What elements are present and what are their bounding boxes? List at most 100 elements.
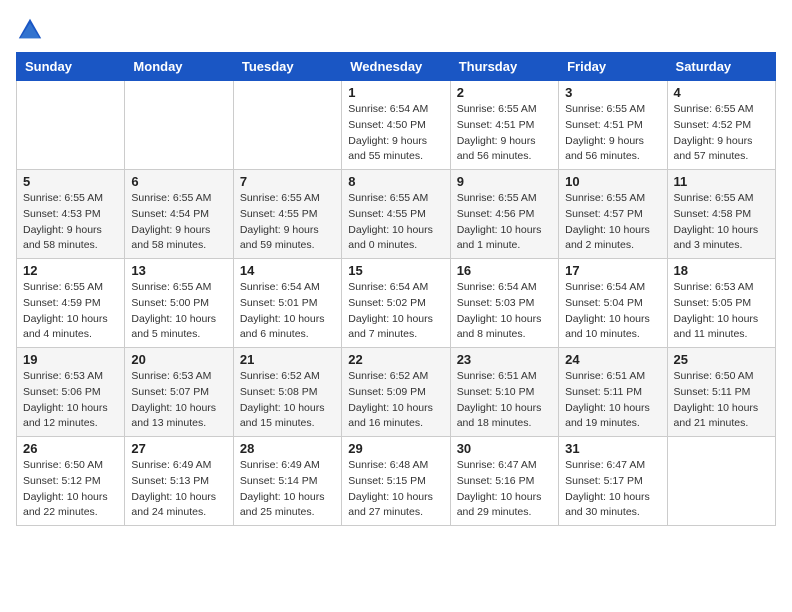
day-info: Sunrise: 6:53 AMSunset: 5:05 PMDaylight:… <box>674 280 769 343</box>
day-info: Sunrise: 6:54 AMSunset: 5:02 PMDaylight:… <box>348 280 443 343</box>
day-info: Sunrise: 6:47 AMSunset: 5:16 PMDaylight:… <box>457 458 552 521</box>
calendar-cell: 9Sunrise: 6:55 AMSunset: 4:56 PMDaylight… <box>450 170 558 259</box>
day-info: Sunrise: 6:55 AMSunset: 5:00 PMDaylight:… <box>131 280 226 343</box>
day-number: 17 <box>565 263 660 278</box>
day-info: Sunrise: 6:48 AMSunset: 5:15 PMDaylight:… <box>348 458 443 521</box>
day-info: Sunrise: 6:49 AMSunset: 5:14 PMDaylight:… <box>240 458 335 521</box>
calendar-body: 1 Sunrise: 6:54 AMSunset: 4:50 PMDaylight… <box>17 81 776 526</box>
day-number: 27 <box>131 441 226 456</box>
day-info: Sunrise: 6:53 AMSunset: 5:07 PMDaylight:… <box>131 369 226 432</box>
calendar-cell: 31 Sunrise: 6:47 AMSunset: 5:17 PMDayligh… <box>559 437 667 526</box>
calendar-cell <box>233 81 341 170</box>
day-info: Sunrise: 6:51 AMSunset: 5:11 PMDaylight:… <box>565 369 660 432</box>
calendar-cell: 18 Sunrise: 6:53 AMSunset: 5:05 PMDayligh… <box>667 259 775 348</box>
calendar-cell: 14 Sunrise: 6:54 AMSunset: 5:01 PMDayligh… <box>233 259 341 348</box>
day-number: 6 <box>131 174 226 189</box>
day-number: 5 <box>23 174 118 189</box>
calendar-cell: 16 Sunrise: 6:54 AMSunset: 5:03 PMDayligh… <box>450 259 558 348</box>
day-info: Sunrise: 6:55 AMSunset: 4:58 PMDaylight:… <box>674 191 769 254</box>
page-header <box>16 16 776 44</box>
day-number: 22 <box>348 352 443 367</box>
day-number: 3 <box>565 85 660 100</box>
day-number: 31 <box>565 441 660 456</box>
day-number: 21 <box>240 352 335 367</box>
day-info: Sunrise: 6:49 AMSunset: 5:13 PMDaylight:… <box>131 458 226 521</box>
calendar-cell: 12 Sunrise: 6:55 AMSunset: 4:59 PMDayligh… <box>17 259 125 348</box>
day-number: 19 <box>23 352 118 367</box>
day-info: Sunrise: 6:55 AMSunset: 4:51 PMDaylight:… <box>565 102 660 165</box>
day-info: Sunrise: 6:55 AMSunset: 4:53 PMDaylight:… <box>23 191 118 254</box>
day-number: 26 <box>23 441 118 456</box>
calendar-cell: 23 Sunrise: 6:51 AMSunset: 5:10 PMDayligh… <box>450 348 558 437</box>
day-number: 12 <box>23 263 118 278</box>
calendar-cell: 8 Sunrise: 6:55 AMSunset: 4:55 PMDaylight… <box>342 170 450 259</box>
day-header-thursday: Thursday <box>450 53 558 81</box>
calendar-cell: 5 Sunrise: 6:55 AMSunset: 4:53 PMDaylight… <box>17 170 125 259</box>
day-info: Sunrise: 6:55 AMSunset: 4:55 PMDaylight:… <box>348 191 443 254</box>
day-info: Sunrise: 6:55 AMSunset: 4:55 PMDaylight:… <box>240 191 335 254</box>
calendar-cell: 4Sunrise: 6:55 AMSunset: 4:52 PMDaylight… <box>667 81 775 170</box>
day-header-wednesday: Wednesday <box>342 53 450 81</box>
calendar-cell: 28 Sunrise: 6:49 AMSunset: 5:14 PMDayligh… <box>233 437 341 526</box>
day-info: Sunrise: 6:51 AMSunset: 5:10 PMDaylight:… <box>457 369 552 432</box>
day-number: 1 <box>348 85 443 100</box>
calendar-cell: 15 Sunrise: 6:54 AMSunset: 5:02 PMDayligh… <box>342 259 450 348</box>
day-number: 10 <box>565 174 660 189</box>
day-number: 14 <box>240 263 335 278</box>
day-info: Sunrise: 6:55 AMSunset: 4:52 PMDaylight:… <box>674 102 769 165</box>
calendar-cell: 20 Sunrise: 6:53 AMSunset: 5:07 PMDayligh… <box>125 348 233 437</box>
day-number: 20 <box>131 352 226 367</box>
calendar-cell: 6Sunrise: 6:55 AMSunset: 4:54 PMDaylight… <box>125 170 233 259</box>
calendar-cell: 24 Sunrise: 6:51 AMSunset: 5:11 PMDayligh… <box>559 348 667 437</box>
day-number: 15 <box>348 263 443 278</box>
calendar-cell <box>125 81 233 170</box>
calendar-header: SundayMondayTuesdayWednesdayThursdayFrid… <box>17 53 776 81</box>
day-info: Sunrise: 6:54 AMSunset: 5:01 PMDaylight:… <box>240 280 335 343</box>
logo-icon <box>16 16 44 44</box>
day-number: 25 <box>674 352 769 367</box>
day-number: 11 <box>674 174 769 189</box>
day-info: Sunrise: 6:50 AMSunset: 5:12 PMDaylight:… <box>23 458 118 521</box>
day-number: 18 <box>674 263 769 278</box>
calendar-cell: 3 Sunrise: 6:55 AMSunset: 4:51 PMDaylight… <box>559 81 667 170</box>
calendar-cell: 1 Sunrise: 6:54 AMSunset: 4:50 PMDaylight… <box>342 81 450 170</box>
day-header-sunday: Sunday <box>17 53 125 81</box>
day-number: 7 <box>240 174 335 189</box>
calendar-cell: 21 Sunrise: 6:52 AMSunset: 5:08 PMDayligh… <box>233 348 341 437</box>
calendar-cell <box>17 81 125 170</box>
calendar-cell <box>667 437 775 526</box>
day-info: Sunrise: 6:54 AMSunset: 4:50 PMDaylight:… <box>348 102 443 165</box>
day-info: Sunrise: 6:54 AMSunset: 5:04 PMDaylight:… <box>565 280 660 343</box>
day-number: 13 <box>131 263 226 278</box>
day-info: Sunrise: 6:55 AMSunset: 4:51 PMDaylight:… <box>457 102 552 165</box>
day-info: Sunrise: 6:47 AMSunset: 5:17 PMDaylight:… <box>565 458 660 521</box>
day-info: Sunrise: 6:55 AMSunset: 4:59 PMDaylight:… <box>23 280 118 343</box>
calendar-cell: 29Sunrise: 6:48 AMSunset: 5:15 PMDayligh… <box>342 437 450 526</box>
calendar-cell: 11 Sunrise: 6:55 AMSunset: 4:58 PMDayligh… <box>667 170 775 259</box>
day-number: 28 <box>240 441 335 456</box>
calendar-cell: 7 Sunrise: 6:55 AMSunset: 4:55 PMDaylight… <box>233 170 341 259</box>
day-header-tuesday: Tuesday <box>233 53 341 81</box>
day-header-saturday: Saturday <box>667 53 775 81</box>
calendar-cell: 22Sunrise: 6:52 AMSunset: 5:09 PMDayligh… <box>342 348 450 437</box>
day-header-monday: Monday <box>125 53 233 81</box>
day-info: Sunrise: 6:55 AMSunset: 4:56 PMDaylight:… <box>457 191 552 254</box>
calendar-cell: 13 Sunrise: 6:55 AMSunset: 5:00 PMDayligh… <box>125 259 233 348</box>
logo <box>16 16 48 44</box>
calendar-cell: 30Sunrise: 6:47 AMSunset: 5:16 PMDayligh… <box>450 437 558 526</box>
day-number: 23 <box>457 352 552 367</box>
day-number: 16 <box>457 263 552 278</box>
calendar-cell: 25 Sunrise: 6:50 AMSunset: 5:11 PMDayligh… <box>667 348 775 437</box>
calendar-table: SundayMondayTuesdayWednesdayThursdayFrid… <box>16 52 776 526</box>
day-info: Sunrise: 6:50 AMSunset: 5:11 PMDaylight:… <box>674 369 769 432</box>
calendar-cell: 26 Sunrise: 6:50 AMSunset: 5:12 PMDayligh… <box>17 437 125 526</box>
calendar-cell: 2 Sunrise: 6:55 AMSunset: 4:51 PMDaylight… <box>450 81 558 170</box>
day-info: Sunrise: 6:54 AMSunset: 5:03 PMDaylight:… <box>457 280 552 343</box>
day-info: Sunrise: 6:52 AMSunset: 5:08 PMDaylight:… <box>240 369 335 432</box>
day-number: 8 <box>348 174 443 189</box>
calendar-cell: 10 Sunrise: 6:55 AMSunset: 4:57 PMDayligh… <box>559 170 667 259</box>
calendar-cell: 27 Sunrise: 6:49 AMSunset: 5:13 PMDayligh… <box>125 437 233 526</box>
day-info: Sunrise: 6:55 AMSunset: 4:57 PMDaylight:… <box>565 191 660 254</box>
day-number: 24 <box>565 352 660 367</box>
day-number: 2 <box>457 85 552 100</box>
